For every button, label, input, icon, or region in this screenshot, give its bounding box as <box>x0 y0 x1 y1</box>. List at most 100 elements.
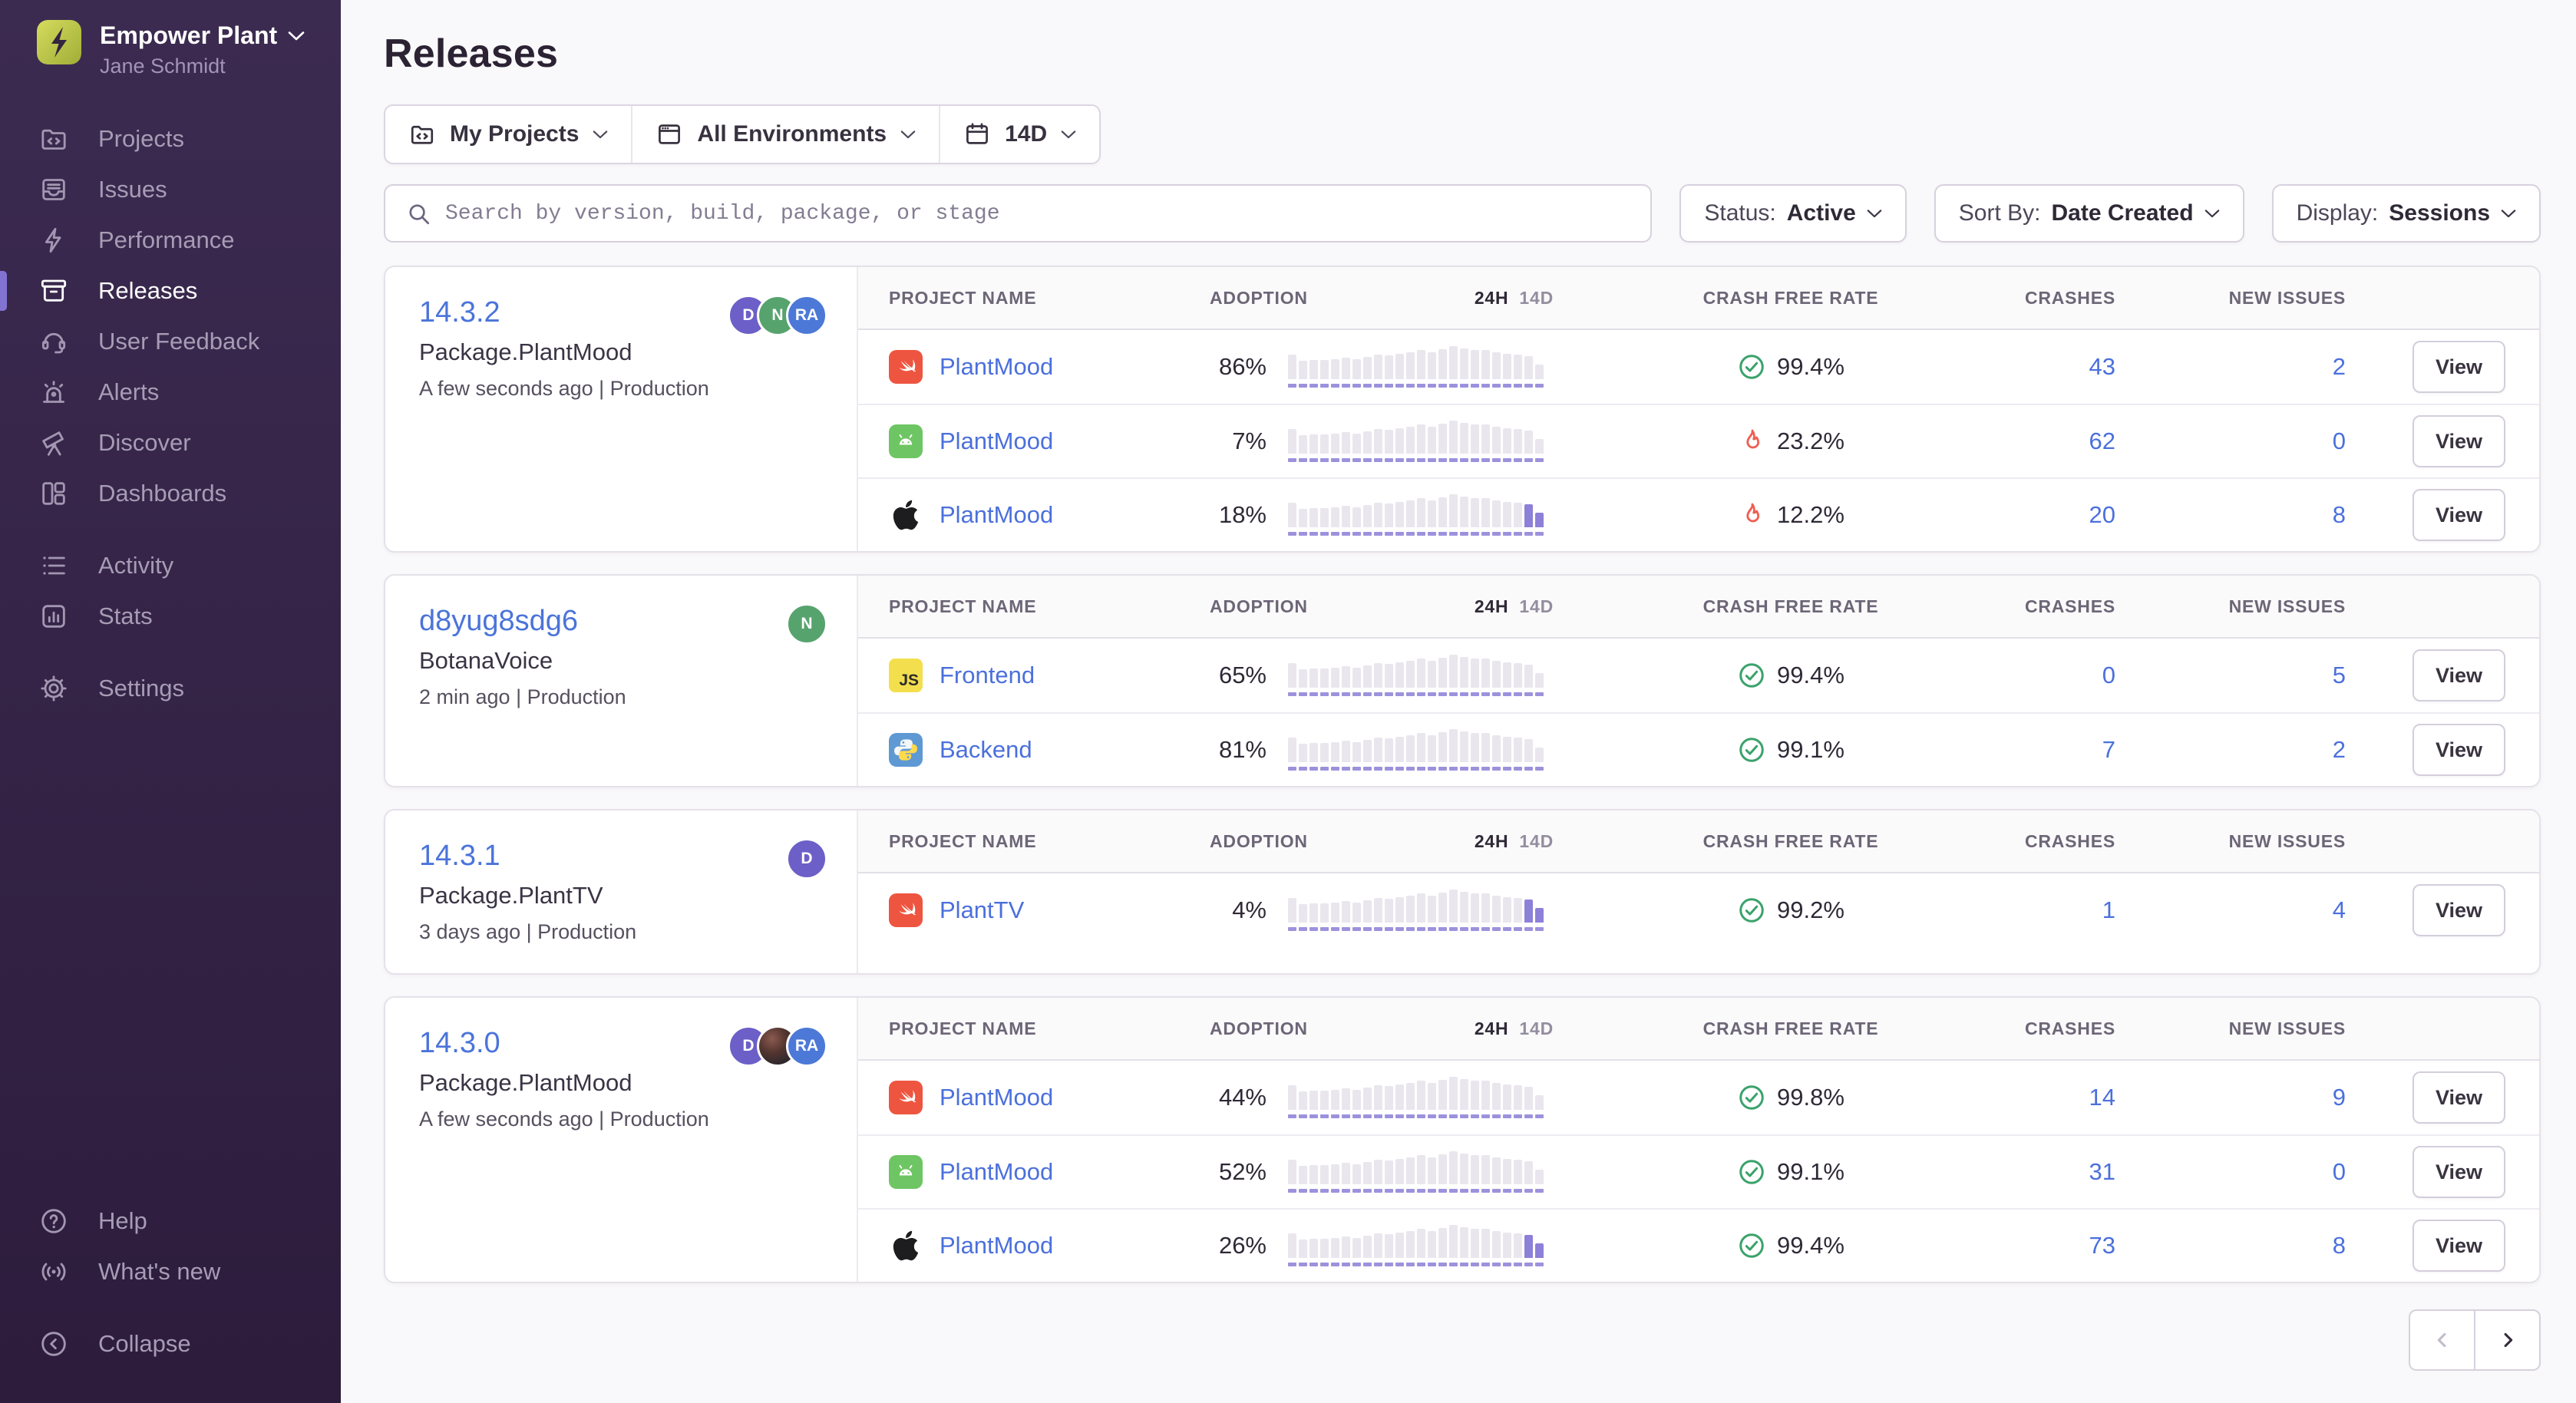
sidebar-item-collapse[interactable]: Collapse <box>0 1319 341 1369</box>
pagination-prev-button[interactable] <box>2409 1309 2475 1371</box>
sort-by-dropdown[interactable]: Sort By: Date Created <box>1934 184 2244 243</box>
new-issues-link[interactable]: 9 <box>2333 1084 2346 1111</box>
project-link[interactable]: Backend <box>940 736 1032 764</box>
project-cell: PlantMood <box>858 498 1188 532</box>
sidebar-item-releases[interactable]: Releases <box>0 266 341 316</box>
release-version-link[interactable]: 14.3.1 <box>419 840 500 873</box>
avatar: N <box>786 603 827 645</box>
pagination-next-button[interactable] <box>2475 1309 2541 1371</box>
project-link[interactable]: PlantMood <box>940 1158 1053 1186</box>
sidebar-item-what-s-new[interactable]: What's new <box>0 1246 341 1297</box>
view-button[interactable]: View <box>2413 415 2505 467</box>
release-version-link[interactable]: 14.3.0 <box>419 1027 500 1060</box>
release-list: 14.3.2Package.PlantMoodA few seconds ago… <box>384 266 2541 1283</box>
new-issues-link[interactable]: 8 <box>2333 501 2346 528</box>
view-button[interactable]: View <box>2413 1146 2505 1198</box>
project-link[interactable]: PlantTV <box>940 896 1024 924</box>
crashes-link[interactable]: 1 <box>2102 896 2115 923</box>
range-14d-toggle[interactable]: 14D <box>1519 596 1554 616</box>
range-14d-toggle[interactable]: 14D <box>1519 288 1554 308</box>
sidebar-item-help[interactable]: Help <box>0 1196 341 1246</box>
view-button[interactable]: View <box>2413 724 2505 776</box>
sidebar-item-stats[interactable]: Stats <box>0 591 341 642</box>
adoption-value: 65% <box>1188 662 1288 689</box>
release-version-link[interactable]: d8yug8sdg6 <box>419 605 578 638</box>
crashes-link[interactable]: 0 <box>2102 662 2115 688</box>
range-14d-toggle[interactable]: 14D <box>1519 831 1554 851</box>
calendar-icon <box>963 120 991 148</box>
sidebar-item-issues[interactable]: Issues <box>0 164 341 215</box>
view-button[interactable]: View <box>2413 341 2505 393</box>
sidebar-item-settings[interactable]: Settings <box>0 663 341 714</box>
status-dropdown[interactable]: Status: Active <box>1679 184 1906 243</box>
sidebar-item-user-feedback[interactable]: User Feedback <box>0 316 341 367</box>
col-crashes: CRASHES <box>1902 596 2125 617</box>
crashes-link[interactable]: 62 <box>2089 428 2115 454</box>
view-cell: View <box>2355 1071 2539 1124</box>
crash-free-value: 99.1% <box>1777 736 1844 764</box>
new-issues-link[interactable]: 2 <box>2333 736 2346 763</box>
nav-group-gap <box>0 1297 341 1319</box>
crashes-link[interactable]: 20 <box>2089 501 2115 528</box>
project-link[interactable]: PlantMood <box>940 428 1053 455</box>
release-project-row: PlantMood18%12.2%208View <box>858 477 2539 551</box>
projects-filter[interactable]: My Projects <box>385 106 631 163</box>
sidebar-item-alerts[interactable]: Alerts <box>0 367 341 418</box>
python-icon <box>889 733 923 767</box>
new-issues-link[interactable]: 0 <box>2333 1158 2346 1185</box>
sidebar-item-performance[interactable]: Performance <box>0 215 341 266</box>
crashes-cell: 73 <box>1902 1232 2125 1259</box>
range-24h-toggle[interactable]: 24H <box>1475 596 1509 616</box>
sidebar-item-activity[interactable]: Activity <box>0 540 341 591</box>
new-issues-link[interactable]: 8 <box>2333 1232 2346 1259</box>
environments-filter[interactable]: All Environments <box>631 106 939 163</box>
view-button[interactable]: View <box>2413 1220 2505 1272</box>
release-card: 14.3.0Package.PlantMoodA few seconds ago… <box>384 996 2541 1283</box>
project-link[interactable]: PlantMood <box>940 1232 1053 1259</box>
range-24h-toggle[interactable]: 24H <box>1475 1018 1509 1038</box>
release-authors: D <box>786 838 827 880</box>
crashes-cell: 0 <box>1902 662 2125 689</box>
crashes-link[interactable]: 43 <box>2089 353 2115 380</box>
project-link[interactable]: PlantMood <box>940 353 1053 381</box>
view-button[interactable]: View <box>2413 489 2505 541</box>
new-issues-link[interactable]: 2 <box>2333 353 2346 380</box>
release-package: Package.PlantMood <box>419 338 823 366</box>
display-dropdown-label: Display: <box>2297 200 2379 226</box>
alerts-icon <box>38 377 69 408</box>
swift-icon <box>889 350 923 384</box>
sidebar-item-projects[interactable]: Projects <box>0 114 341 164</box>
new-issues-link[interactable]: 4 <box>2333 896 2346 923</box>
view-button[interactable]: View <box>2413 884 2505 936</box>
range-24h-toggle[interactable]: 24H <box>1475 831 1509 851</box>
date-range-filter[interactable]: 14D <box>939 106 1099 163</box>
javascript-icon: JS <box>889 659 923 692</box>
range-24h-toggle[interactable]: 24H <box>1475 288 1509 308</box>
crashes-link[interactable]: 31 <box>2089 1158 2115 1185</box>
col-new-issues: NEW ISSUES <box>2125 596 2355 617</box>
project-link[interactable]: PlantMood <box>940 501 1053 529</box>
crashes-link[interactable]: 73 <box>2089 1232 2115 1259</box>
new-issues-link[interactable]: 0 <box>2333 428 2346 454</box>
new-issues-link[interactable]: 5 <box>2333 662 2346 688</box>
adoption-value: 18% <box>1188 501 1288 529</box>
project-link[interactable]: PlantMood <box>940 1084 1053 1111</box>
table-header-row: PROJECT NAMEADOPTION24H14DCRASH FREE RAT… <box>858 810 2539 873</box>
org-switcher[interactable]: Empower Plant Jane Schmidt <box>0 0 341 78</box>
search-input[interactable]: Search by version, build, package, or st… <box>384 184 1652 243</box>
crashes-link[interactable]: 14 <box>2089 1084 2115 1111</box>
range-14d-toggle[interactable]: 14D <box>1519 1018 1554 1038</box>
release-version-link[interactable]: 14.3.2 <box>419 296 500 329</box>
chevron-down-icon <box>288 31 305 41</box>
display-dropdown[interactable]: Display: Sessions <box>2272 184 2541 243</box>
project-link[interactable]: Frontend <box>940 662 1035 689</box>
window-icon <box>656 120 683 148</box>
view-button[interactable]: View <box>2413 1071 2505 1124</box>
crashes-cell: 43 <box>1902 353 2125 381</box>
sidebar-item-dashboards[interactable]: Dashboards <box>0 468 341 519</box>
release-project-table: PROJECT NAMEADOPTION24H14DCRASH FREE RAT… <box>858 576 2539 786</box>
sidebar-item-discover[interactable]: Discover <box>0 418 341 468</box>
view-button[interactable]: View <box>2413 649 2505 702</box>
crashes-link[interactable]: 7 <box>2102 736 2115 763</box>
sidebar-item-label: Activity <box>98 552 173 579</box>
